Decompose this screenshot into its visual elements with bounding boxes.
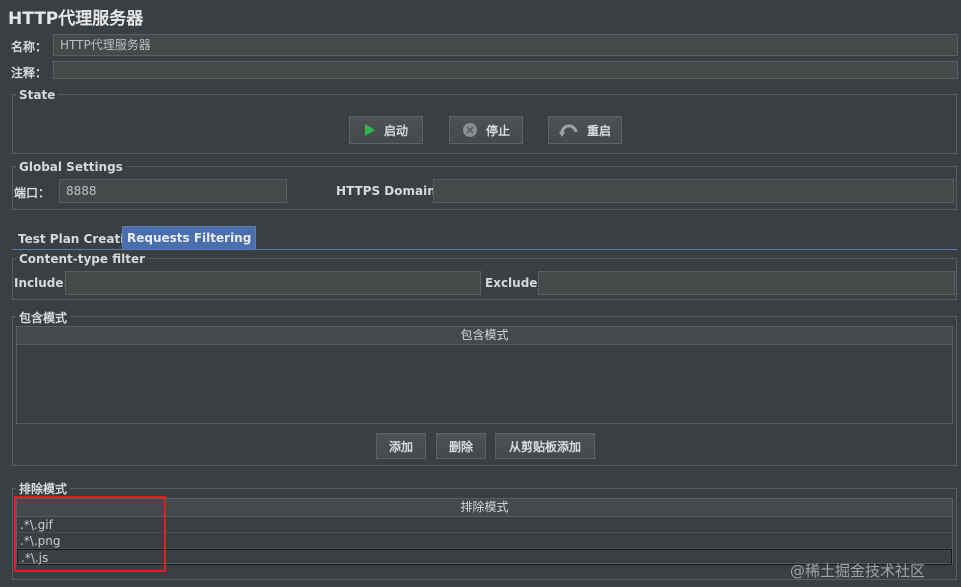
include-patterns-legend: 包含模式 <box>16 309 71 326</box>
restart-icon <box>558 124 578 137</box>
play-icon <box>364 124 375 136</box>
include-patterns-header[interactable]: 包含模式 <box>17 327 952 345</box>
restart-button-label: 重启 <box>586 123 611 138</box>
name-label: 名称： <box>11 40 48 54</box>
add-from-clipboard-button[interactable]: 从剪贴板添加 <box>495 433 595 459</box>
watermark: @稀土掘金技术社区 <box>790 562 926 580</box>
stop-button-label: 停止 <box>485 123 510 138</box>
start-button[interactable]: 启动 <box>349 116 423 144</box>
exclude-input[interactable] <box>538 271 955 295</box>
port-label: 端口： <box>14 186 51 200</box>
restart-button[interactable]: 重启 <box>548 116 622 144</box>
delete-pattern-button[interactable]: 删除 <box>436 433 486 459</box>
comment-label: 注释： <box>11 66 48 80</box>
exclude-label: Exclude: <box>485 276 543 290</box>
include-patterns-table[interactable]: 包含模式 <box>16 326 953 424</box>
https-domains-label: HTTPS Domains: <box>336 184 448 198</box>
stop-button[interactable]: 停止 <box>449 116 523 144</box>
port-input[interactable]: 8888 <box>59 179 287 203</box>
highlight-box <box>14 496 166 572</box>
name-input[interactable]: HTTP代理服务器 <box>53 34 958 56</box>
content-type-filter-legend: Content-type filter <box>16 252 148 266</box>
include-label: Include: <box>14 276 69 290</box>
start-button-label: 启动 <box>383 123 408 138</box>
comment-input[interactable] <box>53 61 958 79</box>
state-legend: State <box>16 88 59 102</box>
exclude-patterns-legend: 排除模式 <box>16 480 71 497</box>
stop-icon <box>462 123 477 137</box>
tab-underline <box>12 249 957 250</box>
global-settings-legend: Global Settings <box>16 160 126 174</box>
panel-title: HTTP代理服务器 <box>8 9 144 29</box>
https-domains-input[interactable] <box>433 179 954 203</box>
include-input[interactable] <box>65 271 481 295</box>
tab-requests-filtering[interactable]: Requests Filtering <box>122 226 257 250</box>
add-pattern-button[interactable]: 添加 <box>376 433 426 459</box>
